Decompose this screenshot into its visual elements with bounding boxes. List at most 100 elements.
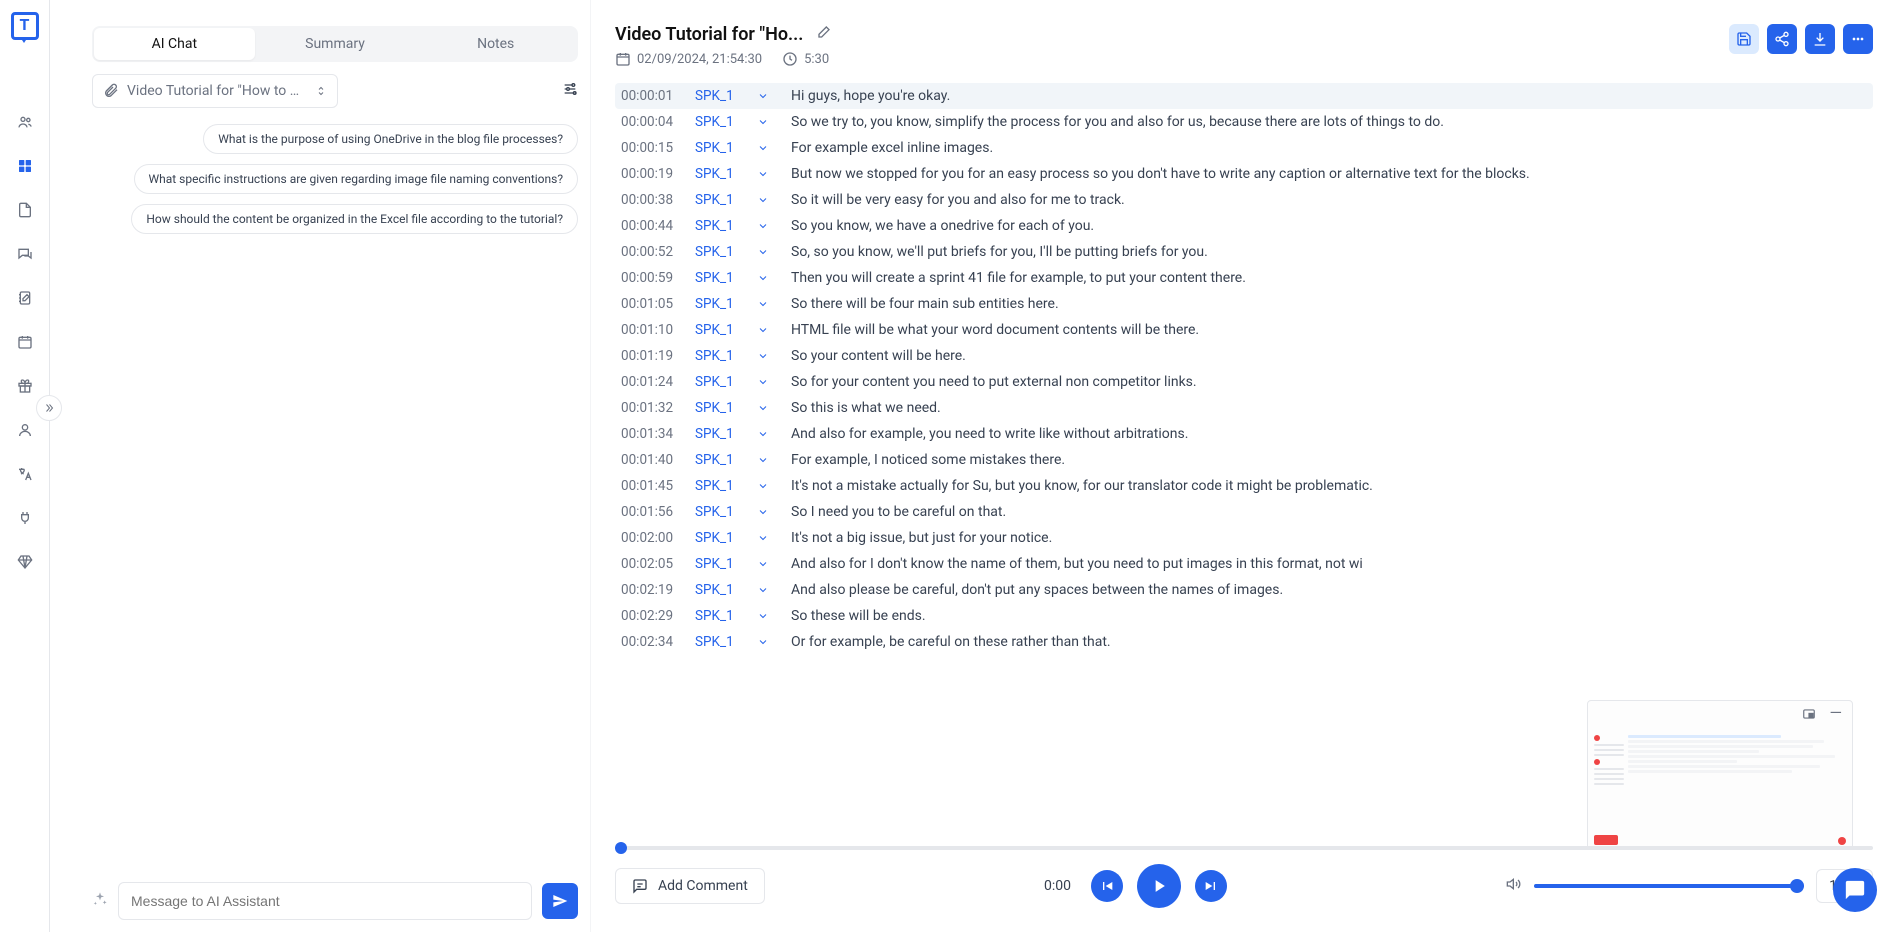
chevron-down-icon[interactable] [753, 558, 773, 570]
transcript-line[interactable]: 00:00:38SPK_1So it will be very easy for… [615, 187, 1873, 213]
transcript-line[interactable]: 00:01:19SPK_1So your content will be her… [615, 343, 1873, 369]
chevron-down-icon[interactable] [753, 454, 773, 466]
speaker-label[interactable]: SPK_1 [695, 140, 743, 156]
transcript-line[interactable]: 00:00:15SPK_1For example excel inline im… [615, 135, 1873, 161]
suggestion-item[interactable]: What is the purpose of using OneDrive in… [203, 124, 578, 154]
pip-icon[interactable] [1802, 707, 1816, 725]
progress-handle[interactable] [615, 842, 627, 854]
chevron-down-icon[interactable] [753, 402, 773, 414]
send-button[interactable] [542, 883, 578, 919]
transcript-line[interactable]: 00:00:52SPK_1So, so you know, we'll put … [615, 239, 1873, 265]
logo[interactable]: T [11, 12, 39, 40]
chevron-down-icon[interactable] [753, 506, 773, 518]
speaker-label[interactable]: SPK_1 [695, 166, 743, 182]
tab-ai-chat[interactable]: AI Chat [94, 28, 255, 60]
transcript-line[interactable]: 00:02:05SPK_1And also for I don't know t… [615, 551, 1873, 577]
suggestion-item[interactable]: How should the content be organized in t… [131, 204, 578, 234]
minimize-icon[interactable]: — [1830, 707, 1843, 725]
transcript-line[interactable]: 00:01:24SPK_1So for your content you nee… [615, 369, 1873, 395]
speaker-label[interactable]: SPK_1 [695, 348, 743, 364]
chevron-down-icon[interactable] [753, 350, 773, 362]
chat-icon[interactable] [15, 244, 35, 264]
chevron-down-icon[interactable] [753, 480, 773, 492]
volume-icon[interactable] [1506, 876, 1522, 896]
transcript-line[interactable]: 00:01:56SPK_1So I need you to be careful… [615, 499, 1873, 525]
chevron-down-icon[interactable] [753, 168, 773, 180]
transcript-line[interactable]: 00:02:00SPK_1It's not a big issue, but j… [615, 525, 1873, 551]
dashboard-icon[interactable] [15, 156, 35, 176]
gift-icon[interactable] [15, 376, 35, 396]
transcript-line[interactable]: 00:00:19SPK_1But now we stopped for you … [615, 161, 1873, 187]
tab-summary[interactable]: Summary [255, 28, 416, 60]
chevron-down-icon[interactable] [753, 116, 773, 128]
save-button[interactable] [1729, 24, 1759, 54]
transcript-line[interactable]: 00:01:40SPK_1For example, I noticed some… [615, 447, 1873, 473]
transcript-line[interactable]: 00:01:32SPK_1So this is what we need. [615, 395, 1873, 421]
transcript-line[interactable]: 00:02:29SPK_1So these will be ends. [615, 603, 1873, 629]
user-icon[interactable] [15, 420, 35, 440]
speaker-label[interactable]: SPK_1 [695, 530, 743, 546]
speaker-label[interactable]: SPK_1 [695, 634, 743, 650]
add-comment-button[interactable]: Add Comment [615, 868, 765, 904]
chevron-down-icon[interactable] [753, 298, 773, 310]
share-button[interactable] [1767, 24, 1797, 54]
chevron-down-icon[interactable] [753, 584, 773, 596]
speaker-label[interactable]: SPK_1 [695, 218, 743, 234]
chevron-down-icon[interactable] [753, 194, 773, 206]
tab-notes[interactable]: Notes [415, 28, 576, 60]
chevron-down-icon[interactable] [753, 246, 773, 258]
edit-title-icon[interactable] [815, 25, 831, 45]
volume-slider[interactable] [1534, 884, 1804, 888]
chevron-down-icon[interactable] [753, 142, 773, 154]
people-icon[interactable] [15, 112, 35, 132]
filter-settings-icon[interactable] [562, 81, 578, 101]
speaker-label[interactable]: SPK_1 [695, 426, 743, 442]
plug-icon[interactable] [15, 508, 35, 528]
transcript-line[interactable]: 00:00:04SPK_1So we try to, you know, sim… [615, 109, 1873, 135]
transcript-line[interactable]: 00:02:19SPK_1And also please be careful,… [615, 577, 1873, 603]
speaker-label[interactable]: SPK_1 [695, 244, 743, 260]
document-icon[interactable] [15, 200, 35, 220]
speaker-label[interactable]: SPK_1 [695, 452, 743, 468]
chevron-down-icon[interactable] [753, 428, 773, 440]
transcript-line[interactable]: 00:02:34SPK_1Or for example, be careful … [615, 629, 1873, 655]
speaker-label[interactable]: SPK_1 [695, 504, 743, 520]
transcript-line[interactable]: 00:01:34SPK_1And also for example, you n… [615, 421, 1873, 447]
speaker-label[interactable]: SPK_1 [695, 400, 743, 416]
speaker-label[interactable]: SPK_1 [695, 88, 743, 104]
transcript-line[interactable]: 00:00:01SPK_1Hi guys, hope you're okay. [615, 83, 1873, 109]
chevron-down-icon[interactable] [753, 532, 773, 544]
speaker-label[interactable]: SPK_1 [695, 114, 743, 130]
progress-bar[interactable] [615, 846, 1873, 850]
transcript-line[interactable]: 00:01:10SPK_1HTML file will be what your… [615, 317, 1873, 343]
diamond-icon[interactable] [15, 552, 35, 572]
speaker-label[interactable]: SPK_1 [695, 582, 743, 598]
play-button[interactable] [1137, 864, 1181, 908]
chevron-down-icon[interactable] [753, 272, 773, 284]
calendar-icon[interactable] [15, 332, 35, 352]
chevron-down-icon[interactable] [753, 324, 773, 336]
speaker-label[interactable]: SPK_1 [695, 556, 743, 572]
speaker-label[interactable]: SPK_1 [695, 322, 743, 338]
prev-button[interactable] [1091, 870, 1123, 902]
chevron-down-icon[interactable] [753, 220, 773, 232]
more-button[interactable] [1843, 24, 1873, 54]
volume-handle[interactable] [1790, 879, 1804, 893]
download-button[interactable] [1805, 24, 1835, 54]
speaker-label[interactable]: SPK_1 [695, 374, 743, 390]
transcript-line[interactable]: 00:00:44SPK_1So you know, we have a oned… [615, 213, 1873, 239]
transcript-line[interactable]: 00:01:05SPK_1So there will be four main … [615, 291, 1873, 317]
suggestion-item[interactable]: What specific instructions are given reg… [134, 164, 579, 194]
speaker-label[interactable]: SPK_1 [695, 296, 743, 312]
sparkle-icon[interactable] [92, 891, 108, 911]
transcript-line[interactable]: 00:00:59SPK_1Then you will create a spri… [615, 265, 1873, 291]
chevron-down-icon[interactable] [753, 636, 773, 648]
speaker-label[interactable]: SPK_1 [695, 608, 743, 624]
next-button[interactable] [1195, 870, 1227, 902]
file-selector[interactable]: Video Tutorial for "How to Us... [92, 74, 338, 108]
translate-icon[interactable] [15, 464, 35, 484]
expand-sidebar-button[interactable] [36, 395, 62, 421]
chevron-down-icon[interactable] [753, 90, 773, 102]
chevron-down-icon[interactable] [753, 376, 773, 388]
video-thumbnail[interactable]: — [1587, 700, 1853, 850]
